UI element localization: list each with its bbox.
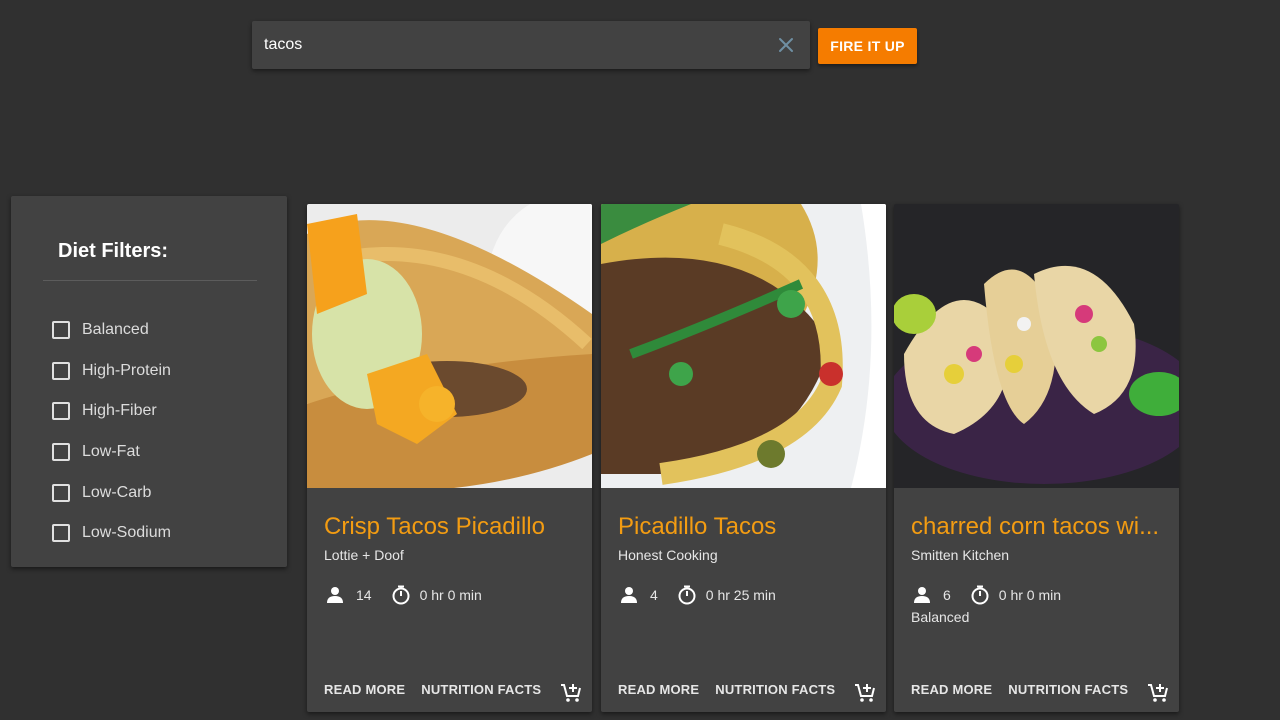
checkbox[interactable] — [52, 524, 70, 543]
recipe-card: Picadillo Tacos Honest Cooking 4 0 hr 25… — [601, 204, 886, 712]
recipe-title[interactable]: charred corn tacos wi... — [911, 513, 1167, 541]
add-to-cart-button[interactable] — [558, 680, 584, 706]
add-to-cart-button[interactable] — [852, 680, 878, 706]
read-more-button[interactable]: READ MORE — [911, 682, 992, 697]
search-box — [252, 21, 810, 69]
recipe-meta: 14 0 hr 0 min — [324, 584, 482, 606]
recipe-card: Crisp Tacos Picadillo Lottie + Doof 14 0… — [307, 204, 592, 712]
timer-icon — [390, 584, 412, 606]
recipe-meta: 6 0 hr 0 min — [911, 584, 1061, 606]
filter-label: High-Fiber — [82, 402, 157, 420]
recipe-source: Smitten Kitchen — [911, 547, 1010, 563]
filter-label: Balanced — [82, 321, 149, 339]
nutrition-facts-button[interactable]: NUTRITION FACTS — [715, 682, 835, 697]
recipe-title[interactable]: Picadillo Tacos — [618, 513, 874, 541]
diet-label: Balanced — [911, 609, 970, 625]
recipe-source: Lottie + Doof — [324, 547, 404, 563]
servings-count: 4 — [650, 587, 658, 603]
recipe-source: Honest Cooking — [618, 547, 718, 563]
cook-time: 0 hr 0 min — [419, 587, 482, 603]
filter-balanced[interactable]: Balanced — [52, 310, 171, 351]
servings-count: 14 — [356, 587, 372, 603]
filter-low-sodium[interactable]: Low-Sodium — [52, 513, 171, 554]
cook-time: 0 hr 25 min — [705, 587, 776, 603]
read-more-button[interactable]: READ MORE — [324, 682, 405, 697]
recipe-card: charred corn tacos wi... Smitten Kitchen… — [894, 204, 1179, 712]
filters-title: Diet Filters: — [58, 240, 169, 262]
add-shopping-cart-icon — [561, 684, 581, 702]
checkbox[interactable] — [52, 402, 70, 421]
filter-high-fiber[interactable]: High-Fiber — [52, 391, 171, 432]
filter-low-fat[interactable]: Low-Fat — [52, 432, 171, 473]
filter-list: Balanced High-Protein High-Fiber Low-Fat… — [52, 310, 171, 554]
nutrition-facts-button[interactable]: NUTRITION FACTS — [421, 682, 541, 697]
recipe-meta: 4 0 hr 25 min — [618, 584, 776, 606]
filter-label: Low-Sodium — [82, 524, 171, 542]
recipe-image[interactable] — [894, 204, 1179, 488]
recipe-image[interactable] — [307, 204, 592, 488]
add-shopping-cart-icon — [855, 684, 875, 702]
recipe-title[interactable]: Crisp Tacos Picadillo — [324, 513, 580, 541]
card-actions: READ MORE NUTRITION FACTS — [324, 682, 557, 697]
read-more-button[interactable]: READ MORE — [618, 682, 699, 697]
clear-search-button[interactable] — [774, 33, 798, 57]
recipe-search-page: FIRE IT UP Diet Filters: Balanced High-P… — [0, 0, 1280, 720]
checkbox[interactable] — [52, 361, 70, 380]
person-icon — [911, 584, 933, 606]
checkbox[interactable] — [52, 321, 70, 340]
cook-time: 0 hr 0 min — [998, 587, 1062, 603]
filter-label: Low-Fat — [82, 443, 140, 461]
timer-icon — [676, 584, 698, 606]
card-actions: READ MORE NUTRITION FACTS — [911, 682, 1144, 697]
add-to-cart-button[interactable] — [1145, 680, 1171, 706]
checkbox[interactable] — [52, 483, 70, 502]
search-input[interactable] — [264, 21, 774, 69]
servings-count: 6 — [943, 587, 951, 603]
nutrition-facts-button[interactable]: NUTRITION FACTS — [1008, 682, 1128, 697]
filter-high-protein[interactable]: High-Protein — [52, 351, 171, 392]
timer-icon — [969, 584, 991, 606]
filter-label: High-Protein — [82, 361, 171, 379]
filters-divider — [43, 280, 257, 281]
checkbox[interactable] — [52, 443, 70, 462]
card-actions: READ MORE NUTRITION FACTS — [618, 682, 851, 697]
fire-it-up-button[interactable]: FIRE IT UP — [818, 28, 917, 64]
add-shopping-cart-icon — [1148, 684, 1168, 702]
recipe-image[interactable] — [601, 204, 886, 488]
close-icon — [779, 38, 793, 52]
filter-label: Low-Carb — [82, 483, 152, 501]
filter-low-carb[interactable]: Low-Carb — [52, 472, 171, 513]
person-icon — [324, 584, 346, 606]
diet-filters-panel: Diet Filters: Balanced High-Protein High… — [11, 196, 287, 567]
person-icon — [618, 584, 640, 606]
